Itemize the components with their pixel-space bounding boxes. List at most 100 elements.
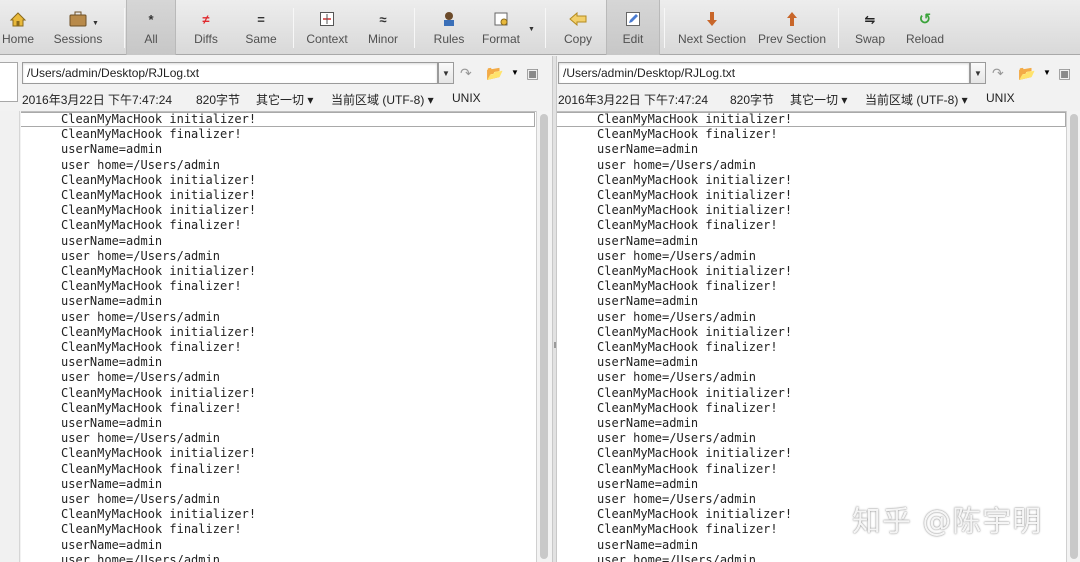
right-path-dropdown[interactable]: ▼	[970, 62, 986, 84]
text-line[interactable]: user home=/Users/admin	[597, 310, 756, 325]
diffs-button[interactable]: ≠ Diffs	[182, 0, 230, 55]
left-path-dropdown[interactable]: ▼	[438, 62, 454, 84]
text-line[interactable]: CleanMyMacHook initializer!	[597, 173, 792, 188]
text-line[interactable]: CleanMyMacHook finalizer!	[61, 218, 242, 233]
same-button[interactable]: = Same	[237, 0, 285, 55]
text-line[interactable]: userName=admin	[597, 142, 698, 157]
right-folder-caret-icon[interactable]: ▼	[1043, 65, 1051, 81]
right-encoding-select[interactable]: 当前区域 (UTF-8) ▾	[865, 91, 968, 108]
text-line[interactable]: CleanMyMacHook finalizer!	[597, 401, 778, 416]
text-line[interactable]: user home=/Users/admin	[597, 158, 756, 173]
text-line[interactable]: CleanMyMacHook initializer!	[597, 203, 792, 218]
text-line[interactable]: CleanMyMacHook initializer!	[597, 264, 792, 279]
text-line[interactable]: CleanMyMacHook finalizer!	[597, 340, 778, 355]
text-line[interactable]: CleanMyMacHook finalizer!	[61, 127, 242, 142]
text-line[interactable]: userName=admin	[597, 477, 698, 492]
left-scrollbar[interactable]	[536, 111, 550, 562]
text-line[interactable]: CleanMyMacHook initializer!	[597, 112, 792, 127]
text-line[interactable]: CleanMyMacHook initializer!	[597, 188, 792, 203]
text-line[interactable]: user home=/Users/admin	[61, 553, 220, 562]
text-line[interactable]: user home=/Users/admin	[61, 310, 220, 325]
text-line[interactable]: user home=/Users/admin	[597, 249, 756, 264]
text-line[interactable]: user home=/Users/admin	[597, 553, 756, 562]
chevron-down-icon: ▼	[442, 68, 450, 78]
text-line[interactable]: CleanMyMacHook initializer!	[61, 188, 256, 203]
prev-section-button[interactable]: Prev Section	[756, 0, 828, 55]
text-line[interactable]: user home=/Users/admin	[597, 492, 756, 507]
sessions-caret-icon: ▼	[92, 20, 99, 27]
text-line[interactable]: CleanMyMacHook finalizer!	[61, 340, 242, 355]
minor-button[interactable]: ≈ Minor	[360, 0, 406, 55]
text-line[interactable]: user home=/Users/admin	[61, 158, 220, 173]
left-scroll-thumb[interactable]	[540, 114, 548, 559]
text-line[interactable]: CleanMyMacHook initializer!	[61, 173, 256, 188]
next-section-button[interactable]: Next Section	[674, 0, 750, 55]
text-line[interactable]: CleanMyMacHook finalizer!	[61, 522, 242, 537]
text-line[interactable]: CleanMyMacHook finalizer!	[597, 127, 778, 142]
text-line[interactable]: CleanMyMacHook initializer!	[61, 507, 256, 522]
text-line[interactable]: userName=admin	[597, 294, 698, 309]
text-line[interactable]: CleanMyMacHook finalizer!	[597, 522, 778, 537]
text-line[interactable]: CleanMyMacHook initializer!	[597, 386, 792, 401]
text-line[interactable]: CleanMyMacHook initializer!	[61, 325, 256, 340]
sessions-button[interactable]: ▼ Sessions	[50, 0, 106, 55]
left-encoding-select[interactable]: 当前区域 (UTF-8) ▾	[331, 91, 434, 108]
text-line[interactable]: user home=/Users/admin	[61, 370, 220, 385]
text-line[interactable]: user home=/Users/admin	[597, 370, 756, 385]
text-line[interactable]: userName=admin	[61, 294, 162, 309]
text-line[interactable]: CleanMyMacHook initializer!	[61, 112, 256, 127]
format-button[interactable]: ▼ Format	[478, 0, 535, 55]
reload-button[interactable]: ↺ Reload	[902, 0, 948, 55]
right-save-icon[interactable]: ▣	[1058, 65, 1071, 81]
text-line[interactable]: userName=admin	[61, 477, 162, 492]
text-line[interactable]: user home=/Users/admin	[597, 431, 756, 446]
right-scroll-thumb[interactable]	[1070, 114, 1078, 559]
text-line[interactable]: CleanMyMacHook finalizer!	[597, 218, 778, 233]
text-line[interactable]: CleanMyMacHook initializer!	[61, 446, 256, 461]
text-line[interactable]: CleanMyMacHook initializer!	[597, 325, 792, 340]
text-line[interactable]: userName=admin	[597, 538, 698, 553]
left-folder-caret-icon[interactable]: ▼	[511, 65, 519, 81]
home-button[interactable]: Home	[0, 0, 36, 55]
text-line[interactable]: CleanMyMacHook initializer!	[61, 386, 256, 401]
text-line[interactable]: CleanMyMacHook finalizer!	[61, 401, 242, 416]
right-folder-icon[interactable]: 📂	[1018, 65, 1035, 81]
text-line[interactable]: user home=/Users/admin	[61, 249, 220, 264]
all-button[interactable]: * All	[126, 0, 176, 55]
right-text-area[interactable]: CleanMyMacHook initializer! CleanMyMacHoo…	[557, 111, 1066, 562]
text-line[interactable]: CleanMyMacHook finalizer!	[61, 279, 242, 294]
copy-button[interactable]: Copy	[556, 0, 600, 55]
left-history-icon[interactable]: ↷	[460, 65, 472, 81]
left-save-icon[interactable]: ▣	[526, 65, 539, 81]
text-line[interactable]: userName=admin	[597, 416, 698, 431]
text-line[interactable]: CleanMyMacHook finalizer!	[597, 279, 778, 294]
text-line[interactable]: CleanMyMacHook finalizer!	[597, 462, 778, 477]
swap-button[interactable]: ⇋ Swap	[850, 0, 890, 55]
right-scrollbar[interactable]	[1066, 111, 1080, 562]
edit-button[interactable]: Edit	[606, 0, 660, 55]
text-line[interactable]: CleanMyMacHook initializer!	[597, 446, 792, 461]
text-line[interactable]: CleanMyMacHook finalizer!	[61, 462, 242, 477]
text-line[interactable]: userName=admin	[61, 234, 162, 249]
text-line[interactable]: userName=admin	[61, 416, 162, 431]
right-path-field[interactable]: /Users/admin/Desktop/RJLog.txt	[558, 62, 970, 84]
text-line[interactable]: CleanMyMacHook initializer!	[597, 507, 792, 522]
right-mode-select[interactable]: 其它一切 ▾	[790, 91, 847, 108]
text-line[interactable]: userName=admin	[61, 142, 162, 157]
left-path-field[interactable]: /Users/admin/Desktop/RJLog.txt	[22, 62, 438, 84]
text-line[interactable]: userName=admin	[597, 355, 698, 370]
text-line[interactable]: userName=admin	[61, 538, 162, 553]
text-line[interactable]: CleanMyMacHook initializer!	[61, 264, 256, 279]
context-button[interactable]: Context	[300, 0, 354, 55]
text-line[interactable]: CleanMyMacHook initializer!	[61, 203, 256, 218]
left-folder-icon[interactable]: 📂	[486, 65, 503, 81]
left-mode-select[interactable]: 其它一切 ▾	[256, 91, 313, 108]
rules-button[interactable]: Rules	[428, 0, 470, 55]
toolbar-separator	[545, 8, 546, 48]
text-line[interactable]: user home=/Users/admin	[61, 492, 220, 507]
left-text-area[interactable]: CleanMyMacHook initializer! CleanMyMacHoo…	[21, 111, 536, 562]
text-line[interactable]: userName=admin	[597, 234, 698, 249]
right-history-icon[interactable]: ↷	[992, 65, 1004, 81]
text-line[interactable]: userName=admin	[61, 355, 162, 370]
text-line[interactable]: user home=/Users/admin	[61, 431, 220, 446]
